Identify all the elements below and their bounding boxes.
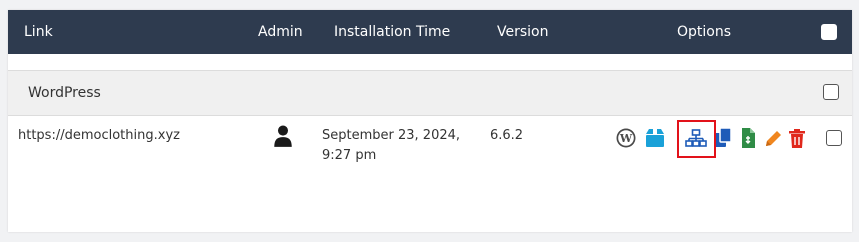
row-checkbox[interactable] [826, 130, 842, 146]
header-link: Link [24, 24, 53, 40]
installation-time-hour: 9:27 pm [322, 148, 377, 163]
group-row-wordpress: WordPress [8, 70, 852, 116]
header-installation-time: Installation Time [334, 24, 451, 40]
version-value: 6.6.2 [490, 128, 524, 143]
highlight-box [677, 120, 716, 158]
backup-box-icon[interactable] [644, 126, 666, 150]
edit-pencil-icon[interactable] [762, 126, 784, 150]
select-all-checkbox[interactable] [821, 24, 837, 40]
header-version: Version [497, 24, 549, 40]
export-file-icon[interactable] [737, 126, 759, 150]
svg-text:W: W [619, 132, 633, 145]
installations-panel: Link Admin Installation Time Version Opt… [8, 10, 852, 232]
header-options: Options [677, 24, 732, 40]
group-label: WordPress [28, 85, 101, 101]
delete-trash-icon[interactable] [786, 126, 808, 150]
site-link[interactable]: https://democlothing.xyz [18, 126, 180, 146]
group-checkbox[interactable] [823, 84, 839, 100]
header-admin: Admin [258, 24, 303, 40]
installation-time-date: September 23, 2024, [322, 128, 461, 143]
user-icon[interactable] [272, 124, 292, 147]
wordpress-icon[interactable]: W [615, 126, 637, 150]
table-header: Link Admin Installation Time Version Opt… [8, 10, 852, 54]
